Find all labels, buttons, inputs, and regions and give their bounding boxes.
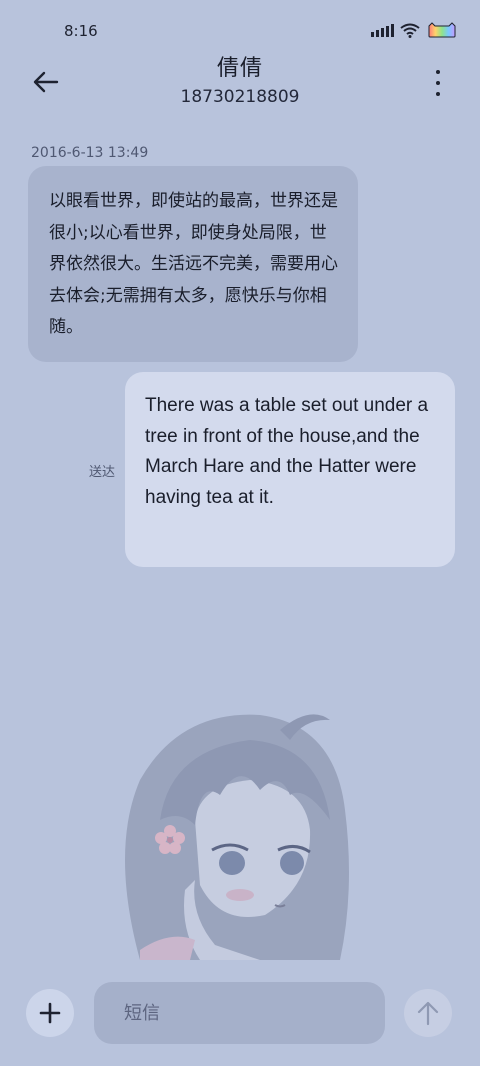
wallpaper-illustration bbox=[100, 700, 360, 960]
status-icons bbox=[371, 22, 458, 38]
more-vertical-icon bbox=[436, 70, 440, 74]
status-time: 8:16 bbox=[64, 22, 98, 40]
incoming-message-bubble[interactable]: 以眼看世界，即使站的最高，世界还是很小;以心看世界，即使身处局限，世界依然很大。… bbox=[28, 166, 358, 362]
outgoing-message-bubble[interactable]: There was a table set out under a tree i… bbox=[125, 372, 455, 567]
send-button[interactable] bbox=[404, 989, 452, 1037]
arrow-up-icon bbox=[417, 1001, 439, 1026]
more-options-button[interactable] bbox=[428, 70, 448, 96]
add-attachment-button[interactable] bbox=[26, 989, 74, 1037]
contact-name: 倩倩 bbox=[216, 56, 263, 81]
delivery-status: 送达 bbox=[89, 465, 116, 480]
message-composer bbox=[0, 960, 480, 1066]
wifi-icon bbox=[400, 23, 420, 38]
contact-number: 18730218809 bbox=[180, 87, 300, 107]
battery-icon bbox=[426, 22, 458, 38]
message-input[interactable] bbox=[122, 1001, 385, 1025]
status-bar: 8:16 bbox=[0, 0, 480, 60]
signal-icon bbox=[371, 23, 394, 37]
message-input-box[interactable] bbox=[94, 982, 385, 1044]
plus-icon bbox=[39, 1002, 61, 1024]
conversation-header: 倩倩 18730218809 bbox=[0, 52, 480, 114]
contact-title: 倩倩 18730218809 bbox=[0, 52, 480, 108]
message-timestamp: 2016-6-13 13:49 bbox=[31, 145, 149, 161]
